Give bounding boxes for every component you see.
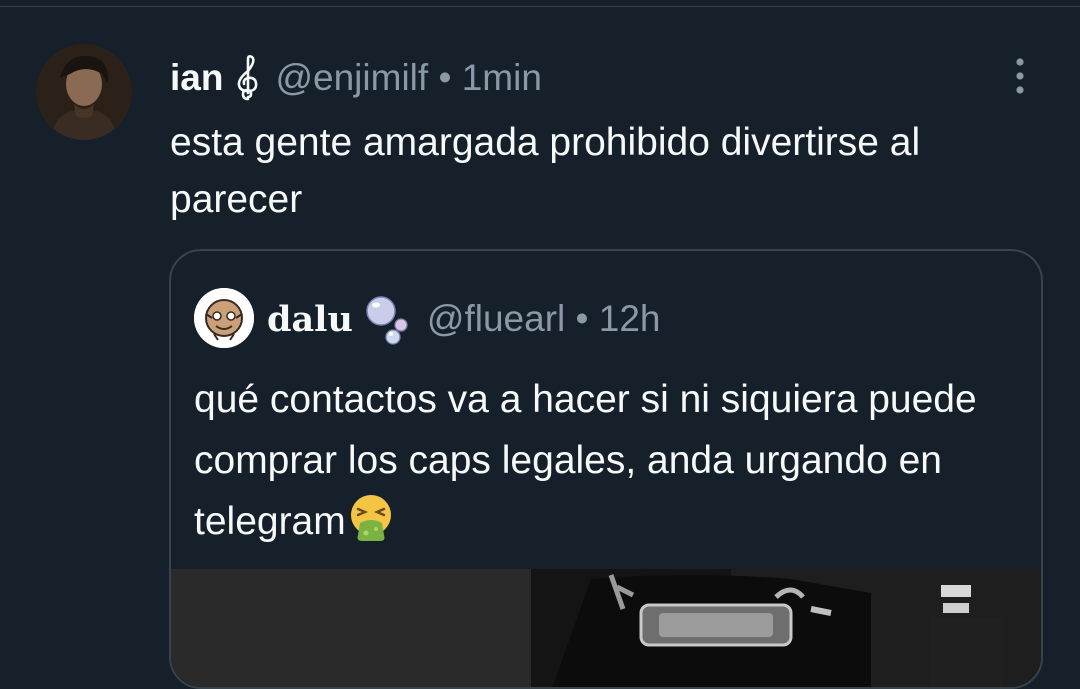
quoted-tweet-text-content: qué contactos va a hacer si ni siquiera … <box>194 378 977 543</box>
quoted-meta-separator: • <box>575 298 589 339</box>
tweet-timestamp[interactable]: 1min <box>462 57 542 98</box>
author-meta: @enjimilf • 1min <box>275 57 541 99</box>
avatar[interactable] <box>36 44 132 140</box>
author-display-name[interactable]: ian <box>170 57 223 99</box>
author-handle[interactable]: @enjimilf <box>275 57 428 98</box>
tweet-text: esta gente amargada prohibido divertirse… <box>170 121 921 221</box>
quoted-tweet-card[interactable]: dalu @fluearl • 12h qué contactos va a h… <box>169 249 1043 689</box>
more-vertical-icon[interactable] <box>1003 55 1037 97</box>
tweet-header: ian @enjimilf • 1min <box>170 52 542 104</box>
avatar-image <box>36 44 132 140</box>
bubbles-icon <box>363 293 413 345</box>
quoted-avatar[interactable] <box>194 288 254 348</box>
quoted-meta: @fluearl • 12h <box>427 298 661 340</box>
treble-clef-icon <box>233 53 263 103</box>
quoted-handle[interactable]: @fluearl <box>427 298 565 339</box>
quoted-tweet-text: qué contactos va a hacer si ni siquiera … <box>194 369 1014 552</box>
meta-separator: • <box>438 57 452 98</box>
quoted-media-image[interactable] <box>171 569 1041 687</box>
top-divider <box>0 6 1080 7</box>
quoted-timestamp[interactable]: 12h <box>599 298 661 339</box>
vomiting-face-icon <box>346 493 396 543</box>
quoted-tweet-header: dalu @fluearl • 12h <box>267 291 661 347</box>
quoted-display-name[interactable]: dalu <box>267 299 353 340</box>
